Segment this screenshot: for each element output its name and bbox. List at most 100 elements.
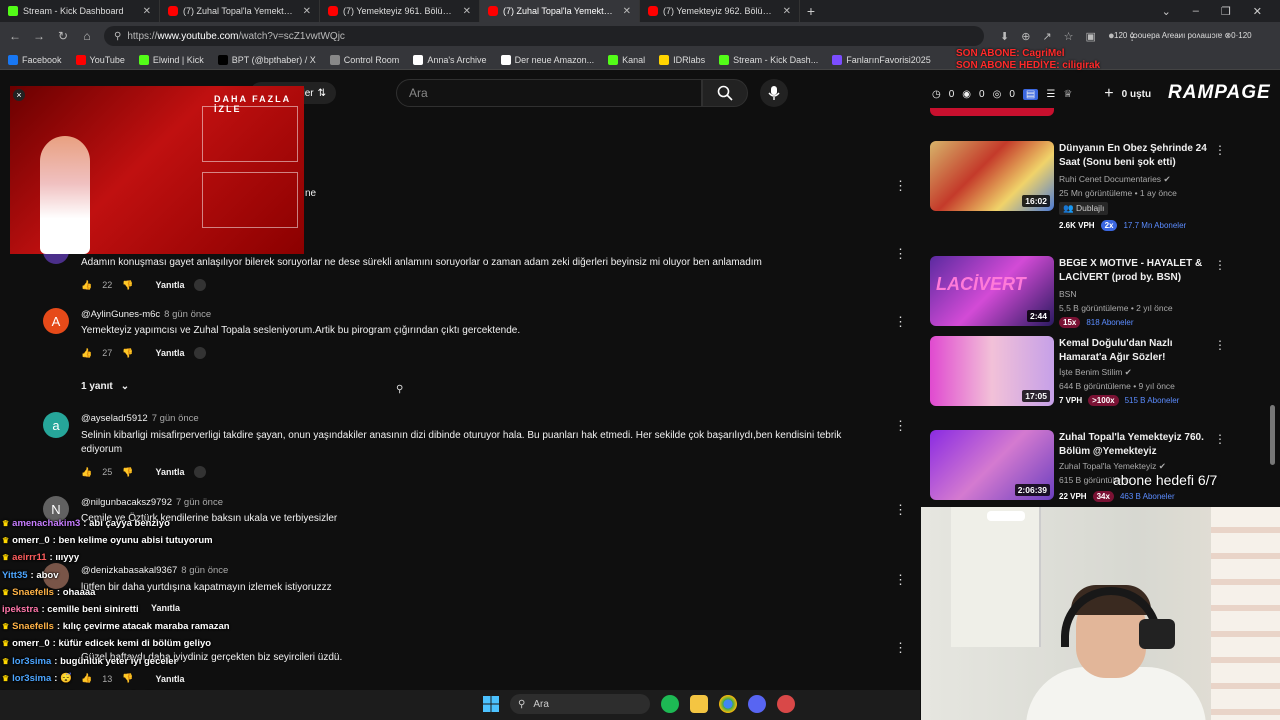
chrome-icon[interactable] <box>719 695 737 713</box>
bookmark-item[interactable]: Anna's Archive <box>413 54 487 65</box>
chat-username[interactable]: omerr_0 <box>12 638 50 649</box>
scrollbar-thumb[interactable] <box>1270 405 1275 465</box>
home-icon[interactable]: ⌂ <box>80 29 94 43</box>
bookmark-item[interactable]: BPT (@bpthaber) / X <box>217 54 316 65</box>
chat-username[interactable]: Yitt35 <box>2 570 28 581</box>
close-icon[interactable]: × <box>13 89 25 101</box>
maximize-icon[interactable]: ❐ <box>1221 5 1231 18</box>
new-tab-button[interactable]: + <box>800 3 822 19</box>
comment-author[interactable]: @nilgunbacaksz9792 7 gün önce <box>81 497 223 508</box>
like-icon[interactable]: 👍 <box>81 280 92 291</box>
comment-menu-icon[interactable]: ⋮ <box>894 572 907 588</box>
search-input[interactable]: Ara <box>396 79 702 107</box>
comment-menu-icon[interactable]: ⋮ <box>894 314 907 330</box>
tab-youtube-active[interactable]: (7) Zuhal Topal'la Yemekteyiz 96 ✕ <box>480 0 640 22</box>
reload-icon[interactable]: ↻ <box>56 29 70 43</box>
bookmark-item[interactable]: IDRlabs <box>659 54 705 65</box>
comment-menu-icon[interactable]: ⋮ <box>894 418 907 434</box>
bookmark-item[interactable]: Der neue Amazon... <box>500 54 594 65</box>
dislike-icon[interactable]: 👎 <box>122 280 133 291</box>
extension-icon[interactable]: ▣ <box>1086 30 1096 43</box>
bookmark-item[interactable]: FanlarınFavorisi2025 <box>832 54 931 65</box>
reply-button[interactable]: Yanıtla <box>155 467 184 477</box>
like-icon[interactable]: 👍 <box>81 467 92 478</box>
site-info-icon[interactable]: ⚲ <box>114 31 121 42</box>
comment-menu-icon[interactable]: ⋮ <box>894 246 907 262</box>
minimize-icon[interactable]: – <box>1193 5 1199 18</box>
bookmark-item[interactable]: Elwind | Kick <box>138 54 204 65</box>
video-title[interactable]: Kemal Doğulu'dan Nazlı Hamarat'a Ağır Sö… <box>1059 337 1211 365</box>
comment-menu-icon[interactable]: ⋮ <box>894 178 907 194</box>
back-icon[interactable]: ← <box>8 29 22 43</box>
channel-name[interactable]: Ruhi Cenet Documentaries ✔ <box>1059 174 1171 185</box>
show-replies-button[interactable]: 1 yanıt ⌄ <box>81 381 129 392</box>
video-thumbnail[interactable]: 16:02 <box>930 141 1054 211</box>
video-menu-icon[interactable]: ⋮ <box>1214 338 1226 352</box>
chat-username[interactable]: Snaefells <box>12 621 54 632</box>
forward-icon[interactable]: → <box>32 29 46 43</box>
share-icon[interactable]: ↗ <box>1042 30 1051 43</box>
video-title[interactable]: Zuhal Topal'la Yemekteyiz 760. Bölüm @Ye… <box>1059 431 1211 459</box>
chat-username[interactable]: Snaefells <box>12 587 54 598</box>
close-tab-icon[interactable]: ✕ <box>303 6 311 17</box>
avatar[interactable]: a <box>43 412 69 438</box>
video-menu-icon[interactable]: ⋮ <box>1214 432 1226 446</box>
chat-username[interactable]: omerr_0 <box>12 535 50 546</box>
tab-kick-dashboard[interactable]: Stream - Kick Dashboard ✕ <box>0 0 160 22</box>
video-menu-icon[interactable]: ⋮ <box>1214 143 1226 157</box>
windows-start-icon[interactable] <box>483 696 499 712</box>
bookmark-item[interactable]: Kanal <box>608 54 645 65</box>
tab-youtube-1[interactable]: (7) Zuhal Topal'la Yemekteyiz - Y ✕ <box>160 0 320 22</box>
chat-username[interactable]: amenachakim3 <box>12 518 80 529</box>
comment-menu-icon[interactable]: ⋮ <box>894 502 907 518</box>
tab-search-icon[interactable]: ⌄ <box>1162 5 1171 18</box>
popup-slot[interactable] <box>202 106 298 162</box>
close-tab-icon[interactable]: ✕ <box>463 6 471 17</box>
video-title[interactable]: BEGE X MOTIVE - HAYALET & LACİVERT (prod… <box>1059 257 1211 285</box>
voice-search-button[interactable] <box>760 79 788 107</box>
chat-username[interactable]: ipekstra <box>2 604 38 615</box>
reply-button[interactable]: Yanıtla <box>155 280 184 290</box>
search-button[interactable] <box>702 79 748 107</box>
dislike-icon[interactable]: 👎 <box>122 348 133 359</box>
video-thumbnail[interactable]: 2:06:39 <box>930 430 1054 500</box>
close-tab-icon[interactable]: ✕ <box>783 6 791 17</box>
bookmark-item[interactable]: Control Room <box>329 54 399 65</box>
chat-username[interactable]: lor3sima <box>12 656 51 667</box>
video-menu-icon[interactable]: ⋮ <box>1214 258 1226 272</box>
comment-author[interactable]: @ayseladr5912 7 gün önce <box>81 413 199 424</box>
avatar[interactable]: A <box>43 308 69 334</box>
close-tab-icon[interactable]: ✕ <box>623 6 631 17</box>
video-title[interactable]: Dünyanın En Obez Şehrinde 24 Saat (Sonu … <box>1059 142 1211 170</box>
popup-slot[interactable] <box>202 172 298 228</box>
tab-youtube-2[interactable]: (7) Yemekteyiz 961. Bölüm Tanıt ✕ <box>320 0 480 22</box>
spotify-icon[interactable] <box>661 695 679 713</box>
app-icon[interactable] <box>777 695 795 713</box>
close-window-icon[interactable]: ✕ <box>1253 5 1262 18</box>
bookmark-item[interactable]: Stream - Kick Dash... <box>719 54 818 65</box>
chat-username[interactable]: aeirrr11 <box>12 552 46 563</box>
url-field[interactable]: ⚲ https://www.youtube.com/watch?v=scZ1vw… <box>104 26 984 46</box>
zoom-icon[interactable]: ⊕ <box>1021 30 1030 43</box>
comment-author[interactable]: @AylinGunes-m6c 8 gün önce <box>81 309 211 320</box>
reply-button[interactable]: Yanıtla <box>155 348 184 358</box>
video-thumbnail[interactable]: LACİVERT 2:44 <box>930 256 1054 326</box>
comment-menu-icon[interactable]: ⋮ <box>894 640 907 656</box>
file-explorer-icon[interactable] <box>690 695 708 713</box>
dislike-icon[interactable]: 👎 <box>122 467 133 478</box>
video-thumbnail[interactable]: 17:05 <box>930 336 1054 406</box>
close-tab-icon[interactable]: ✕ <box>143 6 151 17</box>
tab-youtube-4[interactable]: (7) Yemekteyiz 962. Bölüm Tanıt ✕ <box>640 0 800 22</box>
like-icon[interactable]: 👍 <box>81 348 92 359</box>
bookmark-star-icon[interactable]: ☆ <box>1064 30 1074 43</box>
create-icon[interactable]: + <box>1104 85 1113 103</box>
discord-icon[interactable] <box>748 695 766 713</box>
channel-name[interactable]: İşte Benim Stilim ✔ <box>1059 367 1132 378</box>
bookmark-item[interactable]: Facebook <box>8 54 62 65</box>
channel-name[interactable]: BSN <box>1059 289 1076 299</box>
bookmark-item[interactable]: YouTube <box>75 54 125 65</box>
install-icon[interactable]: ⬇ <box>1000 30 1009 43</box>
chat-username[interactable]: lor3sima <box>12 673 51 684</box>
channel-name[interactable]: Zuhal Topal'la Yemekteyiz ✔ <box>1059 461 1166 472</box>
taskbar-search[interactable]: ⚲ Ara <box>510 694 650 714</box>
